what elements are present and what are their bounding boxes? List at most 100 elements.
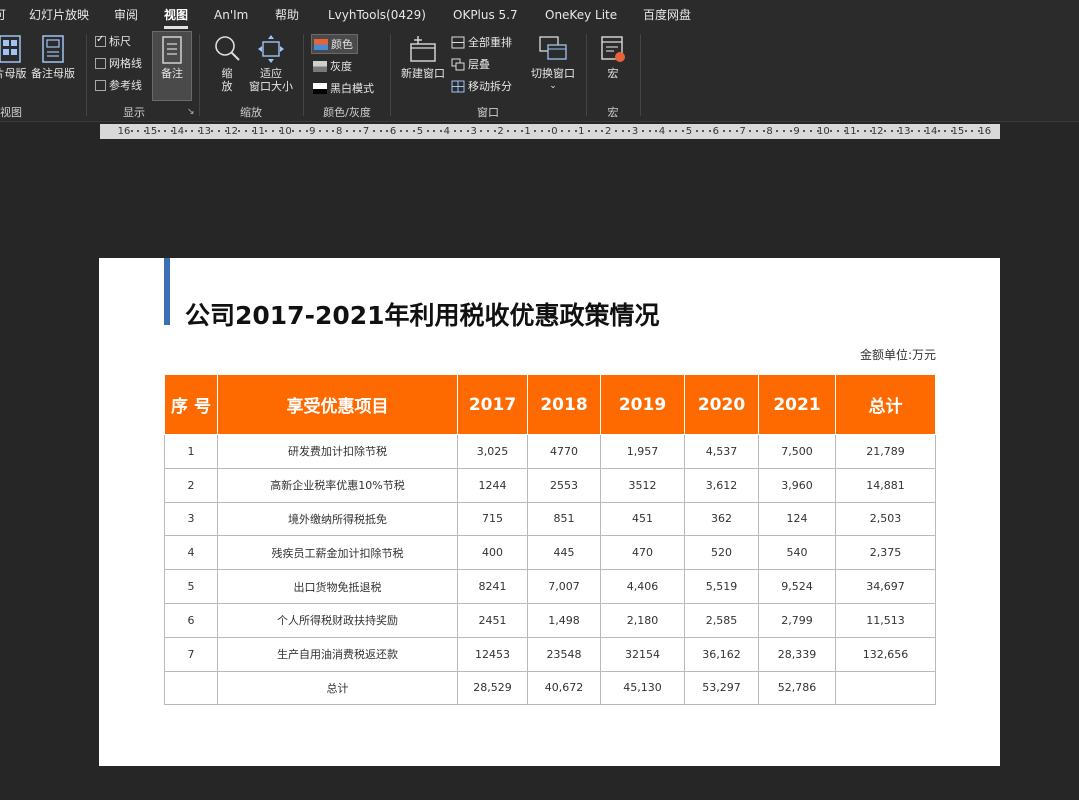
- color-swatch-icon: [314, 38, 328, 50]
- table-cell: 11,513: [835, 602, 936, 638]
- ruler-number: 2: [605, 126, 612, 137]
- color-button[interactable]: 颜色: [311, 34, 358, 54]
- tab-okplus[interactable]: OKPlus 5.7: [453, 7, 518, 23]
- ruler-checkbox[interactable]: 标尺: [95, 32, 131, 50]
- table-cell: 36,162: [684, 636, 759, 672]
- ruler-tick: [561, 130, 564, 132]
- notes-master-button[interactable]: 备注母版: [30, 34, 76, 80]
- ruler-number: 2: [497, 126, 504, 137]
- horizontal-ruler[interactable]: 16 15 14 13 12 11 10 9 8 7 6 5 4 3 2 1 0 1 2 3 4 5 6 7 8 9 10 11 12 1…: [100, 124, 1000, 139]
- header-cell: 2017: [457, 374, 528, 435]
- table-cell: 851: [527, 501, 601, 537]
- table-cell: 28,529: [457, 670, 528, 706]
- ruler-number: 11: [252, 126, 265, 137]
- table-header-row: 序 号 享受优惠项目 2017 2018 2019 2020 2021 总计: [164, 374, 936, 435]
- ruler-tick: [749, 130, 752, 132]
- table-cell: 出口货物免抵退税: [217, 569, 458, 604]
- tab-onekey[interactable]: OneKey Lite: [545, 7, 617, 23]
- table-cell: 5: [164, 569, 218, 604]
- macro-icon: [601, 36, 625, 62]
- ruler-tick: [265, 130, 268, 132]
- ruler-tick: [857, 130, 860, 132]
- table-cell: 3512: [600, 467, 685, 503]
- ruler-tick: [298, 130, 301, 132]
- cascade-label: 层叠: [468, 58, 490, 71]
- ruler-tick: [520, 130, 523, 132]
- table-cell: 2,180: [600, 602, 685, 638]
- table-cell: 生产自用油消费税返还款: [217, 636, 458, 672]
- new-window-button[interactable]: 新建窗口: [398, 34, 448, 80]
- switch-windows-button[interactable]: 切换窗口 ⌄: [527, 34, 579, 93]
- ruler-number: 3: [631, 126, 639, 137]
- table-cell: 残疾员工薪金加计扣除节税: [217, 535, 458, 571]
- table-cell: 53,297: [684, 670, 759, 706]
- ruler-tick: [211, 130, 214, 132]
- move-split-icon: [451, 80, 465, 92]
- table-cell: 34,697: [835, 569, 936, 604]
- tab-baidu-netdisk[interactable]: 百度网盘: [643, 7, 691, 23]
- tax-benefit-table[interactable]: 序 号 享受优惠项目 2017 2018 2019 2020 2021 总计 1…: [164, 374, 936, 706]
- ruler-tick: [762, 130, 765, 132]
- tab-slideshow[interactable]: 幻灯片放映: [29, 7, 89, 23]
- ruler-number: 14: [171, 126, 185, 137]
- table-cell: 5,519: [684, 569, 759, 604]
- ruler-number: 6: [712, 126, 719, 137]
- ruler-tick: [944, 130, 947, 132]
- guides-checkbox[interactable]: 参考线: [95, 76, 142, 94]
- chevron-down-icon: ⌄: [549, 81, 557, 91]
- slide-master-button[interactable]: 片母版: [0, 34, 30, 80]
- table-cell: 4: [164, 535, 218, 571]
- table-row: 总计 28,529 40,672 45,130 53,297 52,786: [164, 670, 936, 706]
- macros-button[interactable]: 宏: [595, 34, 631, 80]
- table-row: 2 高新企业税率优惠10%节税 1244 2553 3512 3,612 3,960 14,8…: [164, 467, 936, 503]
- table-cell: 2,799: [758, 602, 836, 638]
- ruler-tick: [863, 130, 866, 132]
- table-cell: 7,500: [758, 434, 836, 469]
- ruler-number: 5: [416, 126, 424, 137]
- ruler-tick: [722, 130, 725, 132]
- color-label: 颜色: [331, 38, 353, 51]
- black-white-button[interactable]: 黑白模式: [313, 79, 374, 97]
- header-cell: 序 号: [164, 374, 218, 435]
- table-cell: 451: [600, 501, 685, 537]
- ruler-number: 6: [389, 126, 397, 137]
- gridlines-checkbox[interactable]: 网格线: [95, 54, 142, 72]
- notes-button[interactable]: 备注: [152, 36, 192, 80]
- group-label-color: 颜色/灰度: [323, 106, 371, 119]
- tab-lvyhtools[interactable]: LvyhTools(0429): [328, 7, 426, 23]
- tab-help[interactable]: 帮助: [275, 7, 299, 23]
- ribbon-tab-bar: 可 幻灯片放映 审阅 视图 An'Im 帮助 LvyhTools(0429) O…: [0, 0, 1079, 30]
- zoom-button[interactable]: 缩 放: [210, 34, 244, 93]
- dialog-launcher-icon[interactable]: ↘: [187, 107, 195, 117]
- slide-title[interactable]: 公司2017-2021年利用税收优惠政策情况: [185, 296, 660, 332]
- grayscale-swatch-icon: [313, 60, 327, 72]
- grayscale-button[interactable]: 灰度: [313, 57, 352, 75]
- ruler-number: 10: [817, 126, 830, 137]
- tab-view[interactable]: 视图: [164, 7, 189, 29]
- ruler-number: 14: [924, 126, 938, 137]
- ruler-tick: [789, 130, 792, 132]
- ruler-tick: [594, 130, 597, 132]
- move-split-button[interactable]: 移动拆分: [451, 77, 512, 95]
- ruler-tick: [675, 130, 678, 132]
- unit-note[interactable]: 金额单位:万元: [860, 346, 936, 363]
- ruler-tick: [325, 130, 328, 132]
- slide-master-icon: [0, 35, 21, 63]
- arrange-all-label: 全部重排: [468, 36, 512, 49]
- zoom-label-line2: 放: [221, 80, 233, 93]
- group-divider: [586, 34, 587, 116]
- tab-anim[interactable]: An'Im: [214, 7, 248, 23]
- cascade-button[interactable]: 层叠: [451, 55, 490, 73]
- tab-review[interactable]: 审阅: [114, 7, 138, 23]
- table-cell: 总计: [217, 670, 458, 706]
- arrange-all-button[interactable]: 全部重排: [451, 33, 512, 51]
- slide-canvas[interactable]: 公司2017-2021年利用税收优惠政策情况 金额单位:万元 序 号 享受优惠项…: [99, 258, 1000, 766]
- header-cell: 2020: [684, 374, 759, 435]
- fit-to-window-button[interactable]: 适应 窗口大小: [246, 34, 296, 93]
- table-row: 3 境外缴纳所得税抵免 715 851 451 362 124 2,503: [164, 501, 936, 537]
- ruler-label: 标尺: [109, 35, 131, 48]
- table-cell: 1,957: [600, 434, 685, 469]
- tab-partial[interactable]: 可: [0, 7, 6, 23]
- group-divider: [303, 34, 304, 116]
- ruler-tick: [971, 130, 974, 132]
